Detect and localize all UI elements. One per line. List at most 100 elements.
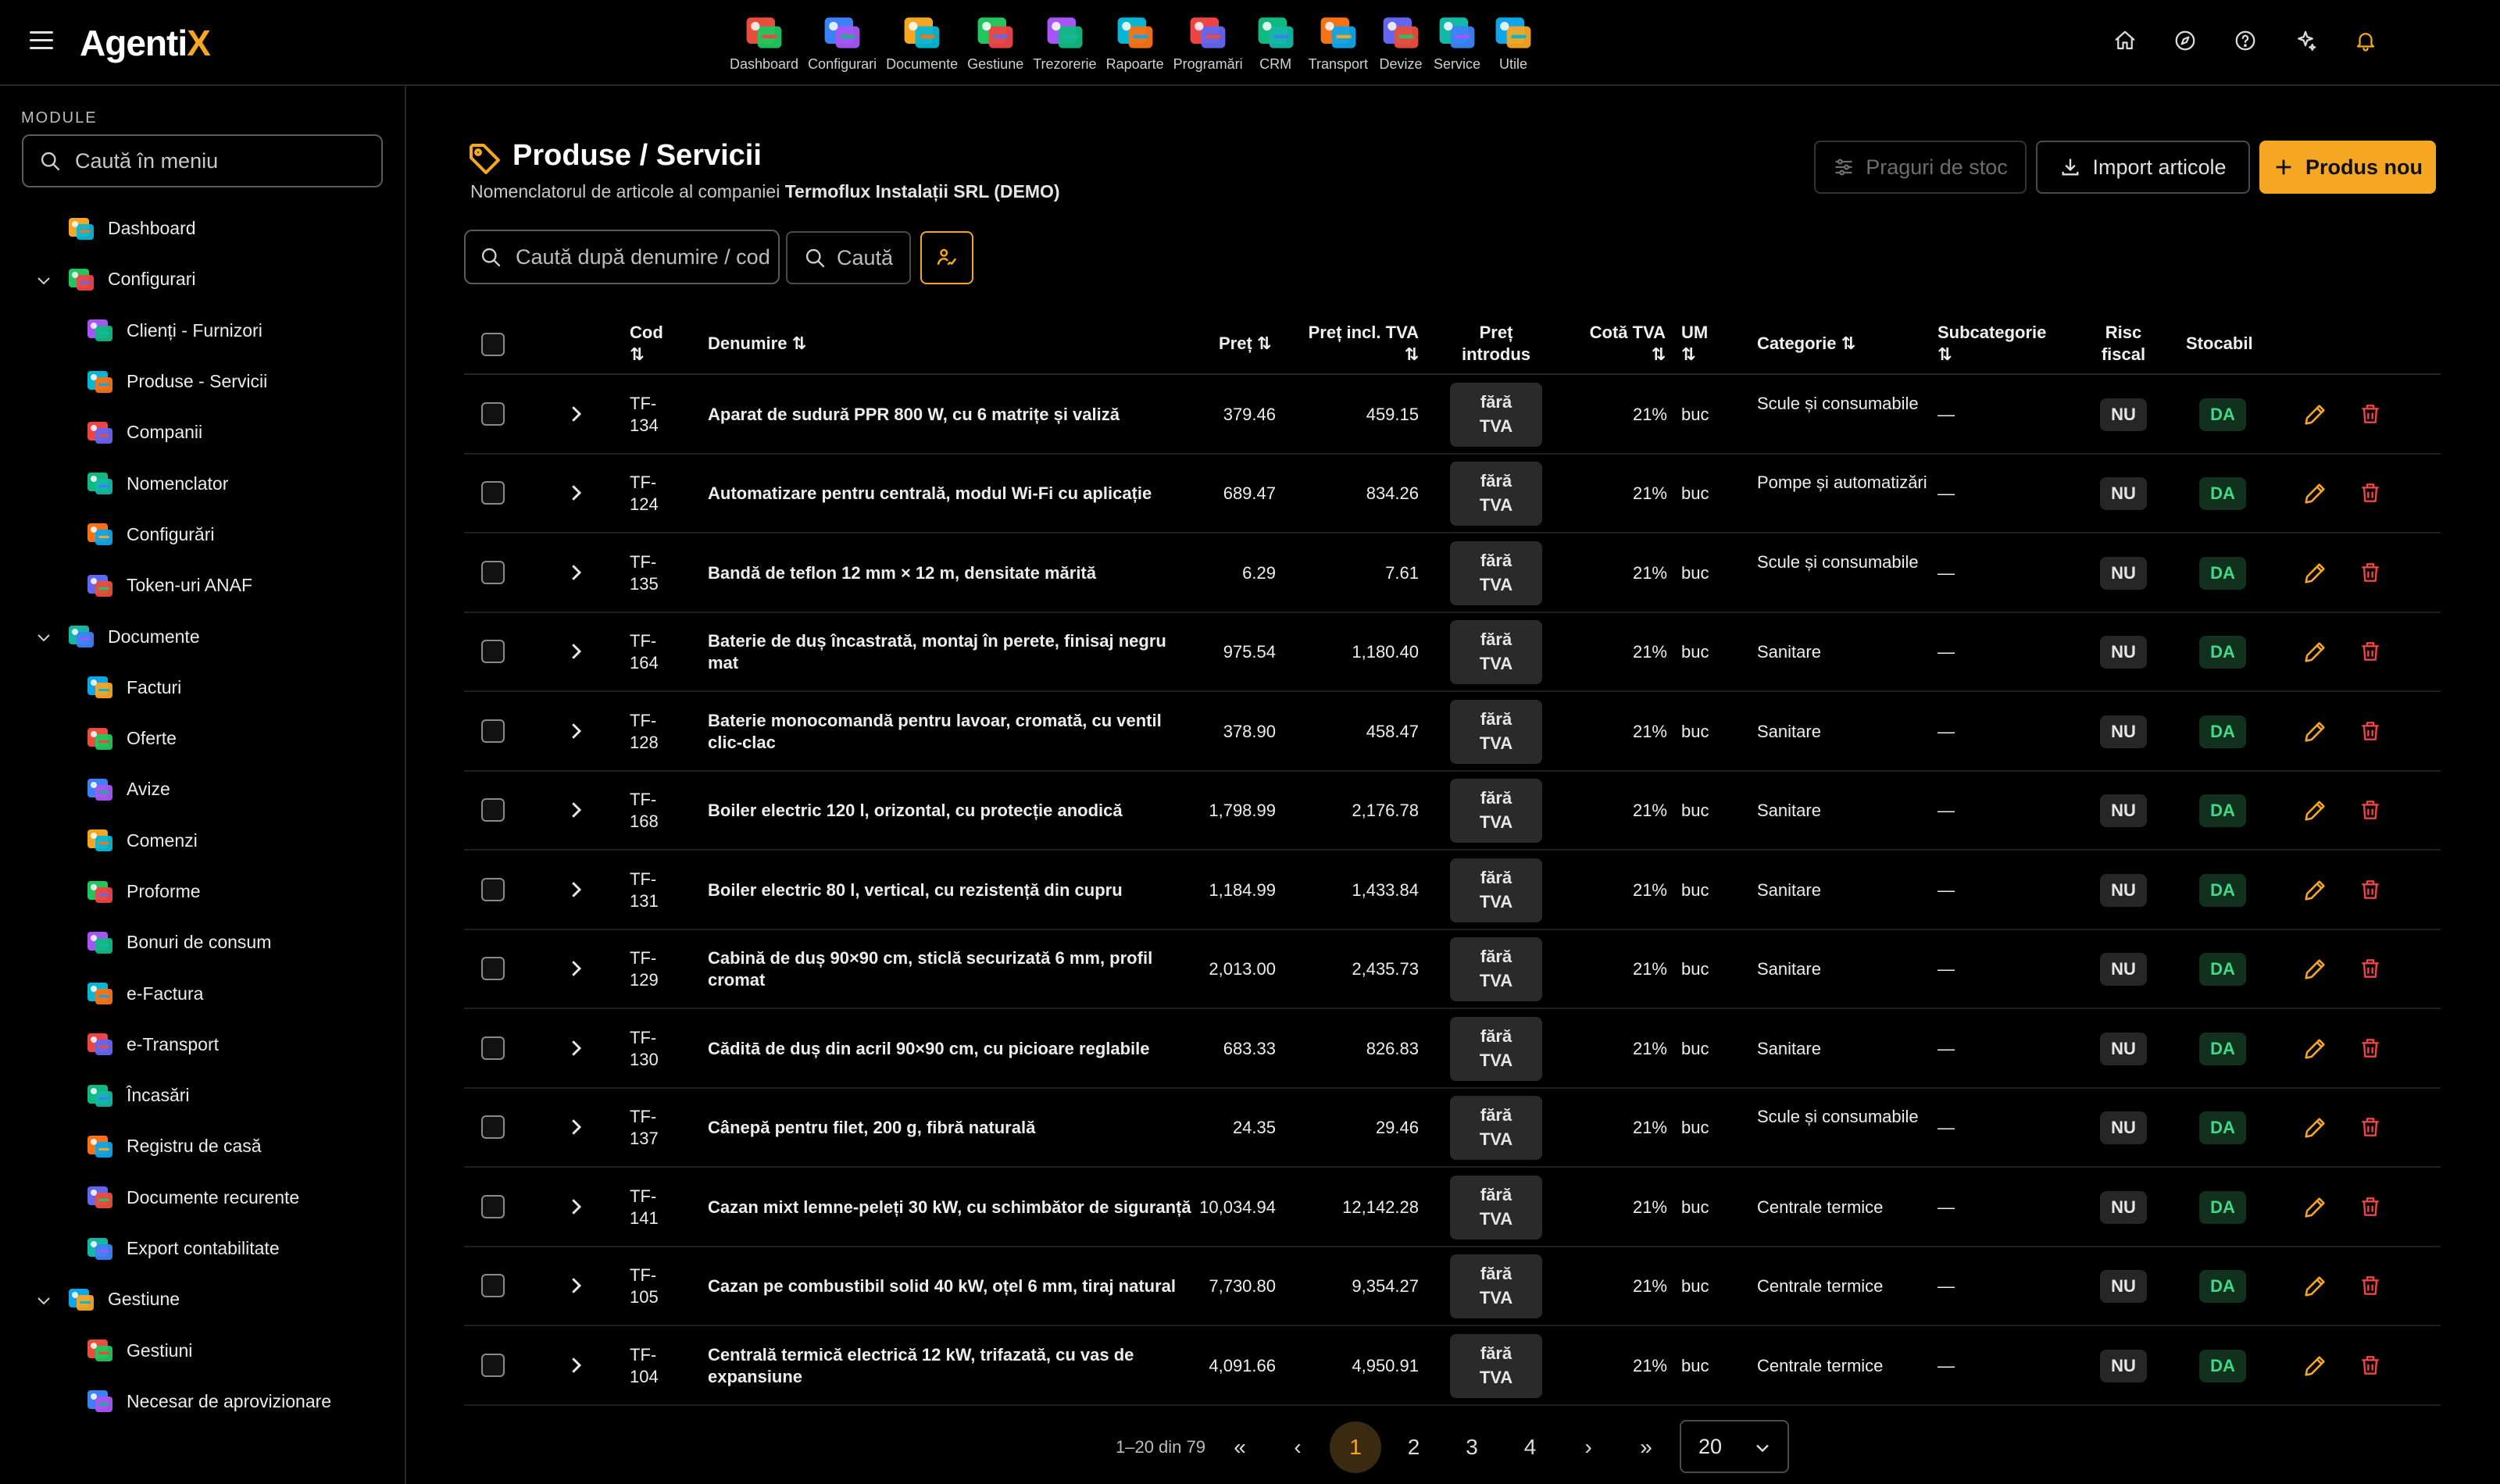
table-row[interactable]: TF- 134 Aparat de sudură PPR 800 W, cu 6 m…: [464, 375, 2441, 455]
table-row[interactable]: TF- 129 Cabină de duș 90×90 cm, sticlă sec…: [464, 930, 2441, 1009]
topnav-service[interactable]: Service: [1434, 0, 1480, 84]
select-all-checkbox[interactable]: [481, 333, 505, 356]
filter-signature-button[interactable]: [920, 231, 973, 284]
search-button[interactable]: Caută: [786, 231, 911, 284]
table-row[interactable]: TF- 130 Căditā de duș din acril 90×90 cm, …: [464, 1009, 2441, 1089]
delete-trash-icon[interactable]: [2358, 719, 2383, 747]
sidebar-item-dashboard[interactable]: Dashboard: [0, 203, 406, 254]
delete-trash-icon[interactable]: [2358, 956, 2383, 985]
sidebar-item-proforme[interactable]: Proforme: [0, 866, 406, 917]
delete-trash-icon[interactable]: [2358, 1273, 2383, 1302]
edit-pencil-icon[interactable]: [2302, 1115, 2328, 1145]
topnav-trezorerie[interactable]: Trezorerie: [1033, 0, 1097, 84]
sidebar-search-input[interactable]: [75, 148, 372, 173]
sidebar-item-nomenclator[interactable]: Nomenclator: [0, 458, 406, 508]
compass-icon[interactable]: [2168, 23, 2202, 58]
stock-thresholds-button[interactable]: Praguri de stoc: [1814, 141, 2027, 194]
sidebar-item-produse-servicii[interactable]: Produse - Servicii: [0, 356, 406, 407]
expand-row-chevron-icon[interactable]: [564, 1354, 588, 1381]
expand-row-chevron-icon[interactable]: [564, 878, 588, 905]
edit-pencil-icon[interactable]: [2302, 719, 2328, 749]
row-checkbox[interactable]: [481, 1115, 505, 1140]
page-4-button[interactable]: 4: [1505, 1422, 1556, 1473]
delete-trash-icon[interactable]: [2358, 401, 2383, 430]
topnav-configurari[interactable]: Configurari: [808, 0, 877, 84]
delete-trash-icon[interactable]: [2358, 1115, 2383, 1143]
delete-trash-icon[interactable]: [2358, 480, 2383, 509]
col-vat-rate[interactable]: Cotă TVA ⇅: [1573, 322, 1666, 366]
row-checkbox[interactable]: [481, 401, 505, 426]
prev-page-button[interactable]: ‹: [1272, 1422, 1323, 1473]
sidebar-item-documente[interactable]: Documente: [0, 611, 406, 662]
col-um[interactable]: UM ⇅: [1681, 322, 1708, 366]
sidebar-item-registru-de-casa[interactable]: Registru de casă: [0, 1121, 406, 1172]
expand-row-chevron-icon[interactable]: [564, 561, 588, 588]
expand-row-chevron-icon[interactable]: [564, 1115, 588, 1143]
next-page-button[interactable]: ›: [1562, 1422, 1614, 1473]
delete-trash-icon[interactable]: [2358, 560, 2383, 589]
sidebar-item-avize[interactable]: Avize: [0, 764, 406, 815]
expand-row-chevron-icon[interactable]: [564, 719, 588, 747]
table-row[interactable]: TF- 141 Cazan mixt lemne-peleți 30 kW, cu …: [464, 1168, 2441, 1247]
help-icon[interactable]: [2228, 23, 2262, 58]
page-1-button[interactable]: 1: [1330, 1422, 1381, 1473]
edit-pencil-icon[interactable]: [2302, 1273, 2328, 1304]
sidebar-item-configurari[interactable]: Configurari: [0, 254, 406, 305]
page-2-button[interactable]: 2: [1388, 1422, 1440, 1473]
product-search[interactable]: [464, 230, 780, 284]
row-checkbox[interactable]: [481, 1194, 505, 1218]
edit-pencil-icon[interactable]: [2302, 877, 2328, 908]
table-row[interactable]: TF- 135 Bandă de teflon 12 mm × 12 m, dens…: [464, 533, 2441, 613]
col-price-vat[interactable]: Preț incl. TVA ⇅: [1308, 322, 1419, 366]
delete-trash-icon[interactable]: [2358, 877, 2383, 906]
delete-trash-icon[interactable]: [2358, 1353, 2383, 1382]
col-name[interactable]: Denumire ⇅: [708, 333, 806, 355]
edit-pencil-icon[interactable]: [2302, 956, 2328, 986]
last-page-button[interactable]: »: [1620, 1422, 1672, 1473]
sidebar-item-token-uri-anaf[interactable]: Token-uri ANAF: [0, 560, 406, 611]
row-checkbox[interactable]: [481, 481, 505, 505]
first-page-button[interactable]: «: [1214, 1422, 1266, 1473]
delete-trash-icon[interactable]: [2358, 797, 2383, 826]
table-row[interactable]: TF- 164 Baterie de duș încastrată, montaj …: [464, 613, 2441, 692]
app-logo[interactable]: AgentiX: [80, 22, 211, 64]
sidebar-item-incasari[interactable]: Încasări: [0, 1070, 406, 1121]
sidebar-item-facturi[interactable]: Facturi: [0, 662, 406, 713]
delete-trash-icon[interactable]: [2358, 1036, 2383, 1065]
row-checkbox[interactable]: [481, 719, 505, 743]
topnav-programari[interactable]: Programări: [1173, 0, 1243, 84]
sidebar-item-documente-recurente[interactable]: Documente recurente: [0, 1172, 406, 1223]
sidebar-item-clienti-furnizori[interactable]: Clienți - Furnizori: [0, 305, 406, 356]
chevron-down-icon[interactable]: [34, 1291, 53, 1315]
hamburger-menu-icon[interactable]: [30, 30, 56, 52]
edit-pencil-icon[interactable]: [2302, 480, 2328, 511]
page-3-button[interactable]: 3: [1446, 1422, 1498, 1473]
page-size-select[interactable]: 20: [1680, 1420, 1789, 1473]
sidebar-search[interactable]: [22, 134, 383, 187]
topnav-transport[interactable]: Transport: [1309, 0, 1368, 84]
expand-row-chevron-icon[interactable]: [564, 798, 588, 826]
sparkle-icon[interactable]: [2288, 23, 2323, 58]
bell-icon[interactable]: [2348, 23, 2383, 58]
new-product-button[interactable]: Produs nou: [2259, 141, 2436, 194]
row-checkbox[interactable]: [481, 560, 505, 584]
expand-row-chevron-icon[interactable]: [564, 1036, 588, 1064]
edit-pencil-icon[interactable]: [2302, 1036, 2328, 1066]
sidebar-item-e-factura[interactable]: e-Factura: [0, 968, 406, 1018]
edit-pencil-icon[interactable]: [2302, 401, 2328, 432]
edit-pencil-icon[interactable]: [2302, 1194, 2328, 1225]
sidebar-item-export-contabilitate[interactable]: Export contabilitate: [0, 1223, 406, 1274]
col-subcategory[interactable]: Subcategorie ⇅: [1938, 322, 2046, 366]
sidebar-item-oferte[interactable]: Oferte: [0, 713, 406, 764]
sidebar-item-e-transport[interactable]: e-Transport: [0, 1019, 406, 1070]
sidebar-item-comenzi[interactable]: Comenzi: [0, 815, 406, 866]
chevron-down-icon[interactable]: [34, 271, 53, 294]
row-checkbox[interactable]: [481, 798, 505, 822]
edit-pencil-icon[interactable]: [2302, 797, 2328, 828]
table-row[interactable]: TF- 168 Boiler electric 120 l, orizontal, …: [464, 772, 2441, 851]
expand-row-chevron-icon[interactable]: [564, 1274, 588, 1301]
expand-row-chevron-icon[interactable]: [564, 640, 588, 667]
topnav-devize[interactable]: Devize: [1377, 0, 1424, 84]
delete-trash-icon[interactable]: [2358, 1194, 2383, 1223]
col-code[interactable]: Cod ⇅: [630, 322, 663, 366]
